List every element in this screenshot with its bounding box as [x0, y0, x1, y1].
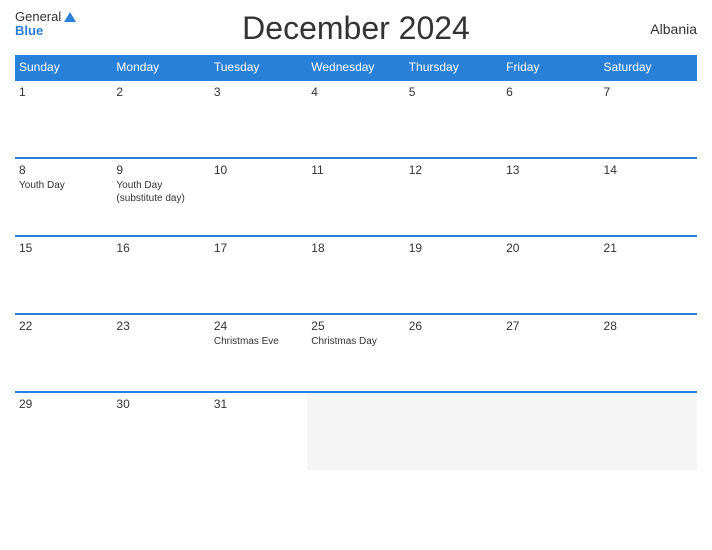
day-number: 31: [214, 397, 303, 411]
calendar-header-row: SundayMondayTuesdayWednesdayThursdayFrid…: [15, 55, 697, 80]
day-number: 29: [19, 397, 108, 411]
day-number: 15: [19, 241, 108, 255]
day-number: 24: [214, 319, 303, 333]
logo-blue-text: Blue: [15, 24, 43, 38]
calendar-week-row: 22 23 24 Christmas Eve 25 Christmas Day 26 27 28: [15, 314, 697, 392]
calendar-cell: 12: [405, 158, 502, 236]
calendar-cell: 11: [307, 158, 404, 236]
calendar-cell: 29: [15, 392, 112, 470]
calendar-cell: [307, 392, 404, 470]
day-number: 3: [214, 85, 303, 99]
calendar-cell: 6: [502, 80, 599, 158]
country-label: Albania: [650, 21, 697, 37]
day-number: 18: [311, 241, 400, 255]
calendar-cell: 31: [210, 392, 307, 470]
day-number: 11: [311, 163, 400, 177]
calendar-cell: [405, 392, 502, 470]
day-number: 12: [409, 163, 498, 177]
logo-triangle-icon: [64, 12, 76, 22]
calendar-event: Christmas Eve: [214, 335, 303, 348]
day-number: 25: [311, 319, 400, 333]
day-number: 8: [19, 163, 108, 177]
calendar-cell: 15: [15, 236, 112, 314]
day-number: 26: [409, 319, 498, 333]
day-number: 9: [116, 163, 205, 177]
calendar-event: Youth Day: [19, 179, 108, 192]
day-number: 21: [604, 241, 693, 255]
calendar-header: General Blue December 2024 Albania: [15, 10, 697, 47]
day-number: 19: [409, 241, 498, 255]
calendar-cell: 17: [210, 236, 307, 314]
calendar-event: Christmas Day: [311, 335, 400, 348]
day-number: 23: [116, 319, 205, 333]
calendar-cell: [600, 392, 697, 470]
day-number: 28: [604, 319, 693, 333]
weekday-header-friday: Friday: [502, 55, 599, 80]
calendar-cell: [502, 392, 599, 470]
calendar-cell: 20: [502, 236, 599, 314]
weekday-header-thursday: Thursday: [405, 55, 502, 80]
logo: General Blue: [15, 10, 76, 39]
day-number: 6: [506, 85, 595, 99]
calendar-cell: 26: [405, 314, 502, 392]
calendar-week-row: 29 30 31: [15, 392, 697, 470]
day-number: 1: [19, 85, 108, 99]
calendar-table: SundayMondayTuesdayWednesdayThursdayFrid…: [15, 55, 697, 470]
day-number: 22: [19, 319, 108, 333]
calendar-event: Youth Day: [116, 179, 205, 192]
calendar-cell: 19: [405, 236, 502, 314]
calendar-cell: 27: [502, 314, 599, 392]
calendar-cell: 16: [112, 236, 209, 314]
calendar-cell: 4: [307, 80, 404, 158]
calendar-cell: 2: [112, 80, 209, 158]
weekday-header-sunday: Sunday: [15, 55, 112, 80]
day-number: 13: [506, 163, 595, 177]
calendar-cell: 14: [600, 158, 697, 236]
weekday-header-tuesday: Tuesday: [210, 55, 307, 80]
calendar-cell: 25 Christmas Day: [307, 314, 404, 392]
day-number: 14: [604, 163, 693, 177]
calendar-cell: 22: [15, 314, 112, 392]
calendar-cell: 21: [600, 236, 697, 314]
day-number: 16: [116, 241, 205, 255]
calendar-cell: 8 Youth Day: [15, 158, 112, 236]
calendar-cell: 23: [112, 314, 209, 392]
day-number: 5: [409, 85, 498, 99]
day-number: 4: [311, 85, 400, 99]
weekday-header-monday: Monday: [112, 55, 209, 80]
day-number: 10: [214, 163, 303, 177]
calendar-cell: 30: [112, 392, 209, 470]
day-number: 7: [604, 85, 693, 99]
day-number: 30: [116, 397, 205, 411]
weekday-header-saturday: Saturday: [600, 55, 697, 80]
calendar-cell: 9 Youth Day(substitute day): [112, 158, 209, 236]
calendar-event: (substitute day): [116, 192, 205, 205]
calendar-cell: 1: [15, 80, 112, 158]
calendar-cell: 24 Christmas Eve: [210, 314, 307, 392]
day-number: 27: [506, 319, 595, 333]
calendar-cell: 10: [210, 158, 307, 236]
calendar-week-row: 15 16 17 18 19 20 21: [15, 236, 697, 314]
calendar-cell: 18: [307, 236, 404, 314]
calendar-cell: 13: [502, 158, 599, 236]
day-number: 17: [214, 241, 303, 255]
day-number: 2: [116, 85, 205, 99]
month-title: December 2024: [242, 10, 470, 47]
calendar-container: General Blue December 2024 Albania Sunda…: [0, 0, 712, 550]
calendar-week-row: 8Youth Day9Youth Day(substitute day)1011…: [15, 158, 697, 236]
calendar-cell: 3: [210, 80, 307, 158]
calendar-week-row: 1234567: [15, 80, 697, 158]
calendar-cell: 28: [600, 314, 697, 392]
calendar-cell: 5: [405, 80, 502, 158]
logo-general-text: General: [15, 10, 61, 24]
calendar-cell: 7: [600, 80, 697, 158]
weekday-header-wednesday: Wednesday: [307, 55, 404, 80]
day-number: 20: [506, 241, 595, 255]
